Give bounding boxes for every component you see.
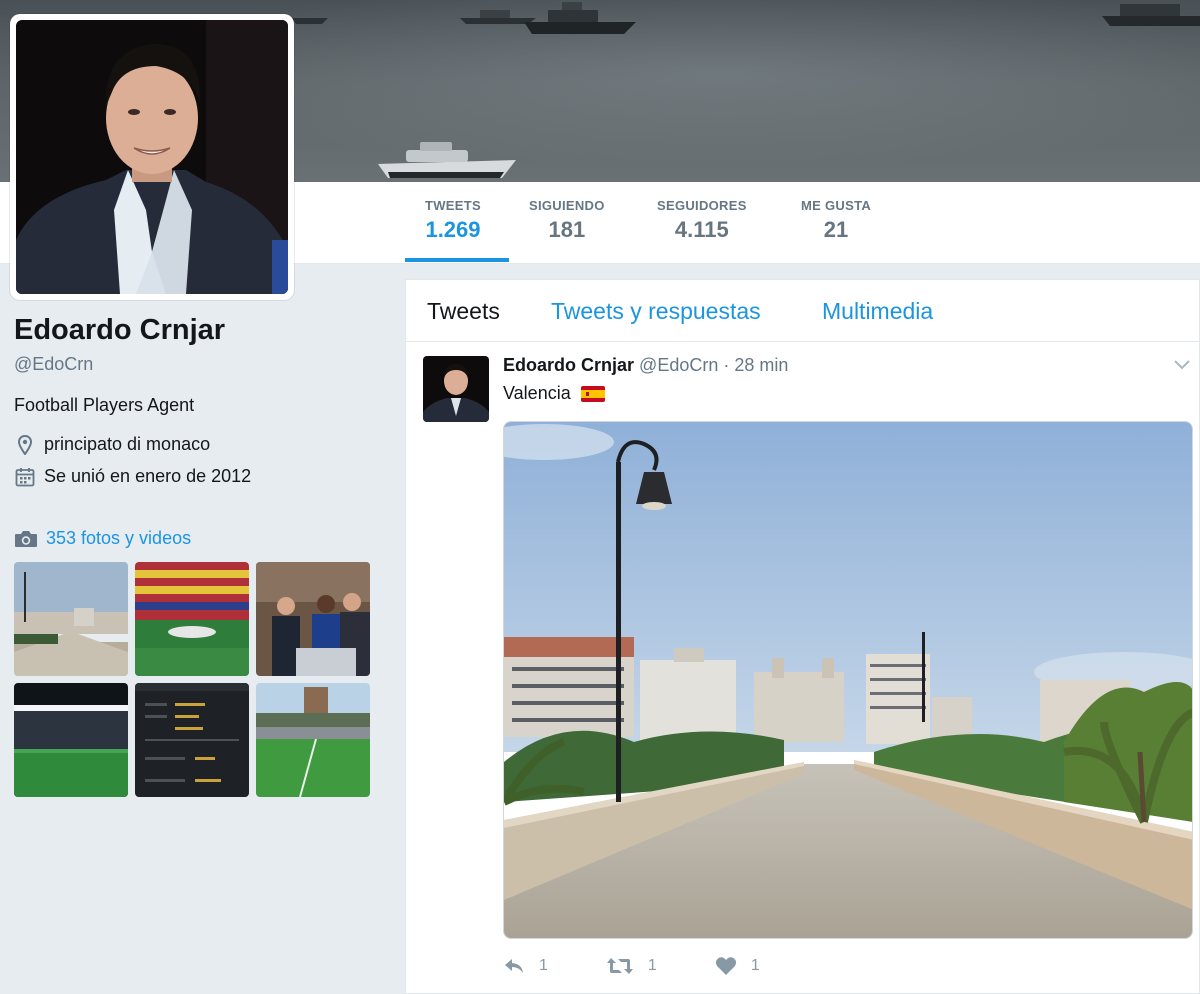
- active-stat-indicator: [405, 258, 509, 262]
- tweet-avatar[interactable]: [423, 356, 489, 422]
- stat-tweets-value: 1.269: [425, 217, 481, 242]
- chevron-down-icon[interactable]: [1173, 358, 1191, 376]
- yacht-image: [1102, 4, 1200, 26]
- reply-icon: [505, 959, 523, 973]
- photo-thumbnail[interactable]: [256, 683, 370, 797]
- tab-tweets-and-replies[interactable]: Tweets y respuestas: [551, 298, 761, 325]
- yacht-image: [378, 142, 516, 178]
- heart-icon: [715, 957, 736, 975]
- location-icon: [14, 434, 36, 455]
- stat-following-label: SIGUIENDO: [529, 198, 605, 213]
- camera-icon: [14, 530, 38, 548]
- photos-videos-label: 353 fotos y videos: [46, 528, 192, 548]
- yacht-image: [292, 18, 328, 24]
- profile-avatar[interactable]: [10, 14, 294, 300]
- like-button[interactable]: 1: [715, 956, 760, 976]
- tweet-actions: 1 1 1: [503, 956, 818, 976]
- profile-bio: Football Players Agent: [14, 395, 195, 415]
- photo-thumbnail[interactable]: [135, 683, 249, 797]
- profile-location-text: principato di monaco: [44, 434, 211, 454]
- photo-thumbnail[interactable]: [135, 562, 249, 676]
- timeline-tabs: Tweets Tweets y respuestas Multimedia: [406, 280, 1199, 342]
- tweet-timestamp[interactable]: 28 min: [734, 355, 788, 375]
- retweet-count: 1: [647, 957, 657, 974]
- photos-videos-link[interactable]: 353 fotos y videos: [14, 528, 191, 549]
- profile-join-date: Se unió en enero de 2012: [14, 466, 251, 487]
- spain-flag-icon: [580, 385, 605, 402]
- retweet-icon: [606, 958, 633, 974]
- photo-thumbnail[interactable]: [14, 683, 128, 797]
- tweet-text: Valencia: [503, 383, 605, 404]
- reply-button[interactable]: 1: [503, 957, 548, 975]
- stat-following-value: 181: [548, 217, 586, 242]
- retweet-button[interactable]: 1: [606, 957, 657, 975]
- calendar-icon: [14, 467, 36, 487]
- tweet-photo[interactable]: [503, 421, 1193, 939]
- photo-thumbnail[interactable]: [14, 562, 128, 676]
- stat-followers-label: SEGUIDORES: [657, 198, 747, 213]
- tab-tweets[interactable]: Tweets: [427, 298, 500, 325]
- photo-thumbnail[interactable]: [256, 562, 370, 676]
- avatar-photo: [16, 20, 288, 294]
- tweet-author-name[interactable]: Edoardo Crnjar: [503, 355, 634, 375]
- profile-join-date-text: Se unió en enero de 2012: [44, 466, 252, 486]
- profile-name[interactable]: Edoardo Crnjar: [14, 314, 225, 347]
- tweet-author-handle[interactable]: @EdoCrn: [639, 355, 718, 375]
- stat-likes[interactable]: ME GUSTA 21: [801, 198, 871, 243]
- tab-media[interactable]: Multimedia: [822, 298, 933, 325]
- tweet[interactable]: Edoardo Crnjar @EdoCrn · 28 min Valencia: [406, 342, 1199, 992]
- tweet-header: Edoardo Crnjar @EdoCrn · 28 min: [503, 355, 788, 376]
- timeline: Tweets Tweets y respuestas Multimedia Ed…: [405, 279, 1200, 994]
- stat-followers-value: 4.115: [674, 217, 729, 242]
- stat-followers[interactable]: SEGUIDORES 4.115: [657, 198, 747, 243]
- stat-tweets[interactable]: TWEETS 1.269: [425, 198, 481, 243]
- like-count: 1: [750, 957, 760, 974]
- stat-tweets-label: TWEETS: [425, 198, 481, 213]
- reply-count: 1: [539, 957, 548, 974]
- profile-location: principato di monaco: [14, 434, 210, 455]
- tweet-separator: ·: [723, 355, 730, 375]
- yacht-image: [524, 2, 636, 34]
- stat-likes-value: 21: [823, 217, 849, 242]
- stat-likes-label: ME GUSTA: [801, 198, 872, 213]
- profile-handle[interactable]: @EdoCrn: [14, 354, 93, 375]
- tweet-text-content: Valencia: [503, 383, 571, 403]
- stat-following[interactable]: SIGUIENDO 181: [529, 198, 605, 243]
